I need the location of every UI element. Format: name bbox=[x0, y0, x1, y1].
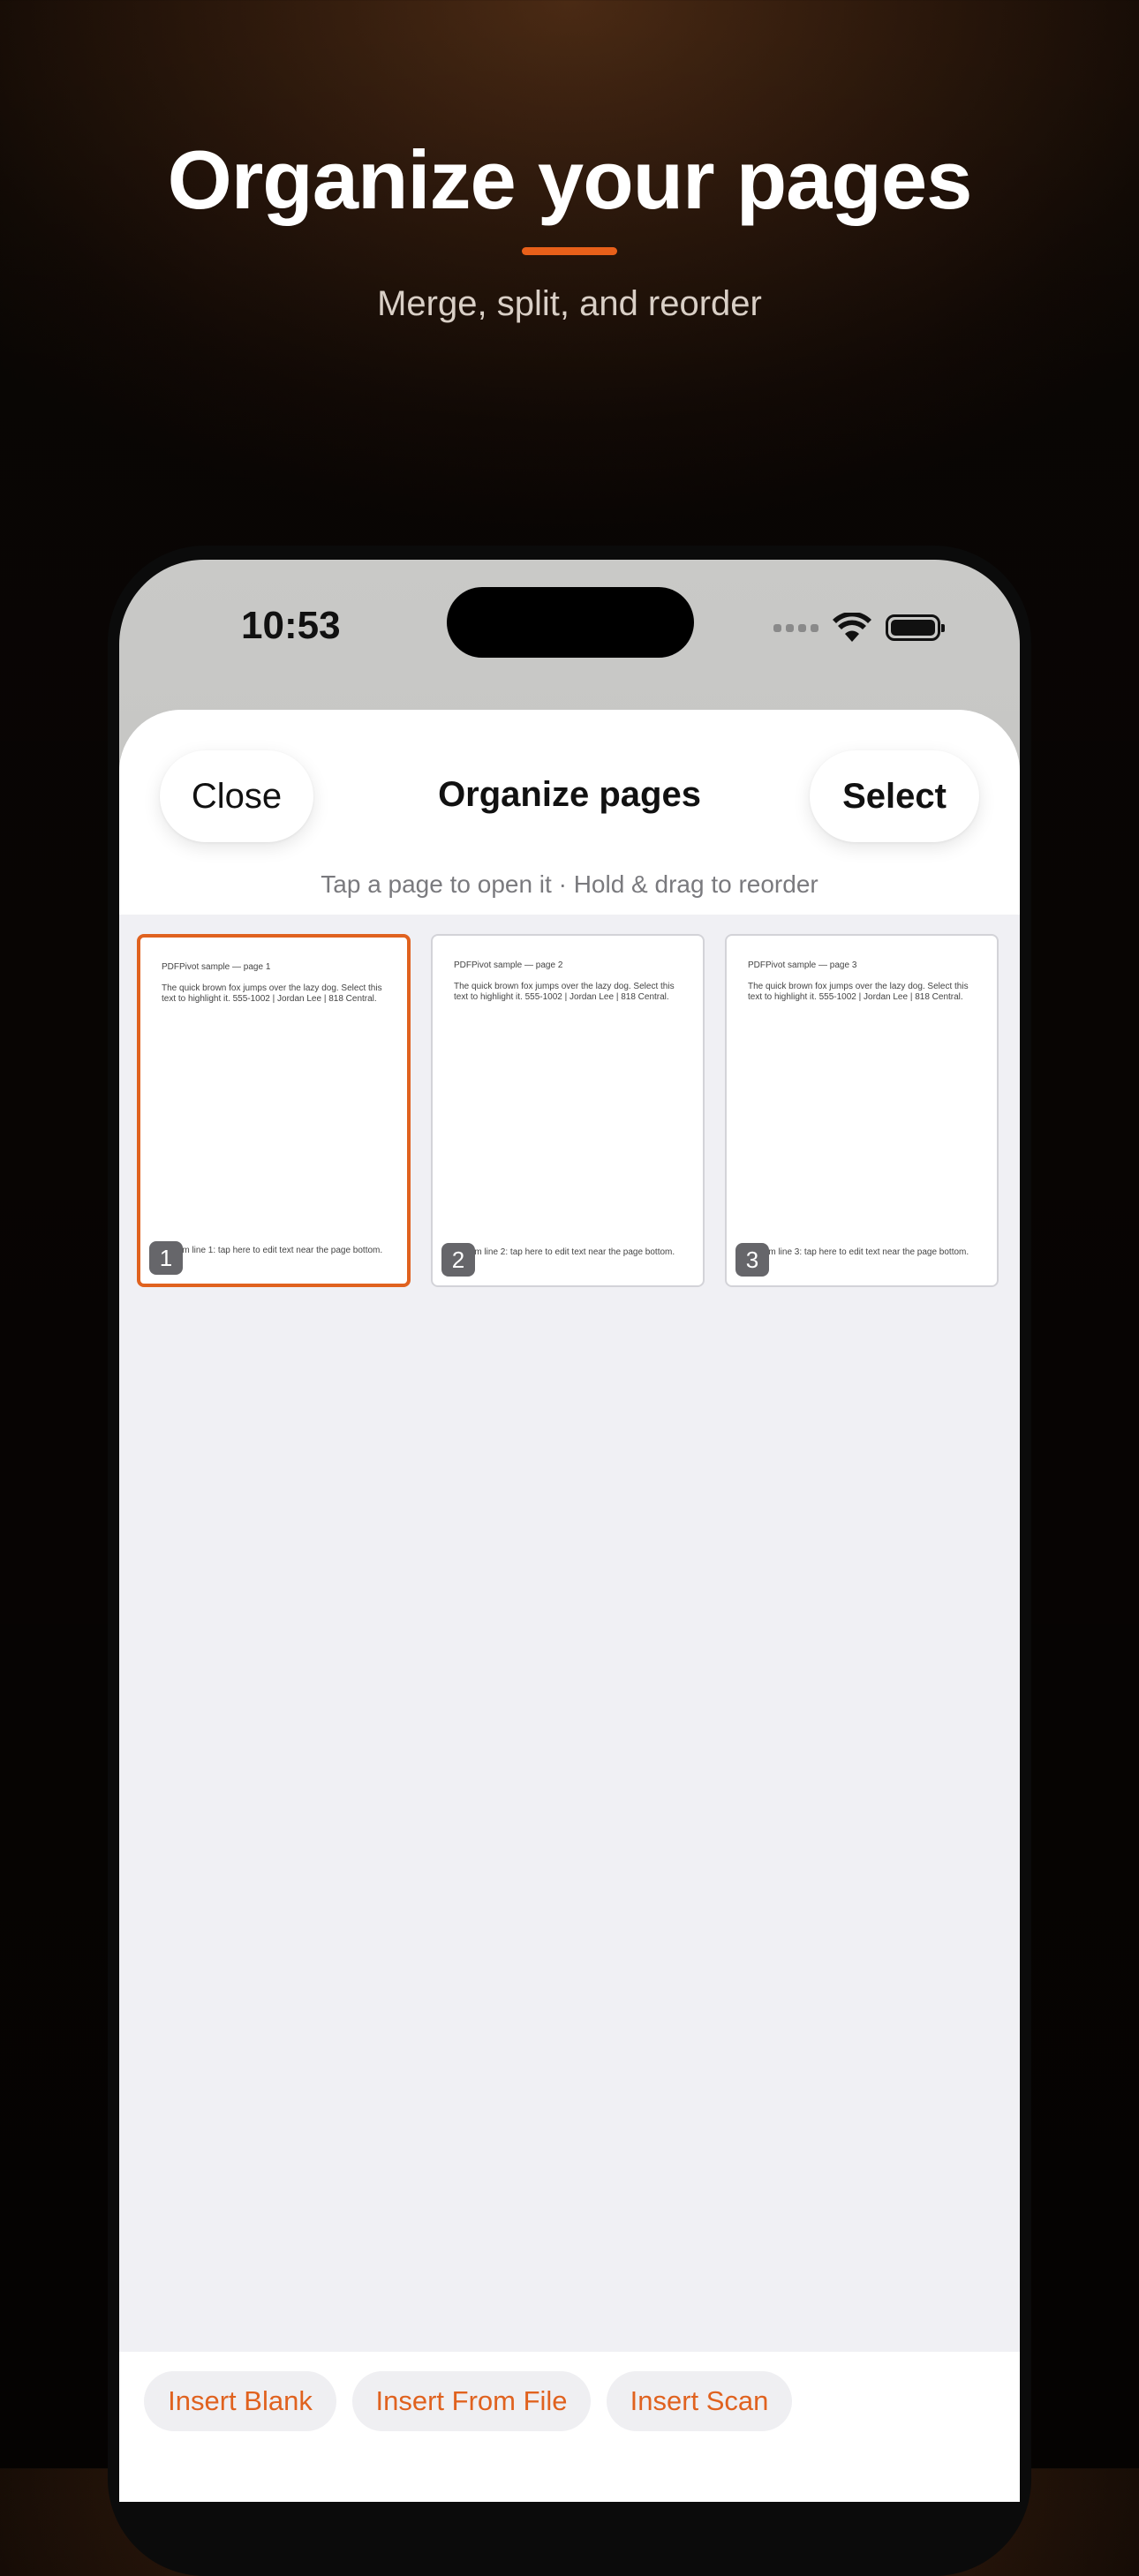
hero-accent-underline bbox=[522, 247, 617, 255]
page-heading: PDFPivot sample — page 2 bbox=[454, 960, 563, 970]
signal-icon bbox=[773, 623, 818, 632]
insert-from-file-button[interactable]: Insert From File bbox=[352, 2371, 591, 2431]
page-body-text: The quick brown fox jumps over the lazy … bbox=[748, 982, 969, 1002]
insert-blank-button[interactable]: Insert Blank bbox=[144, 2371, 336, 2431]
page-footer-text: Bottom line 1: tap here to edit text nea… bbox=[162, 1246, 383, 1255]
insert-scan-button[interactable]: Insert Scan bbox=[607, 2371, 792, 2431]
sheet-header: Close Organize pages Select Tap a page t… bbox=[119, 710, 1020, 915]
phone-screen: 10:53 Close Organize pages Select Tap a … bbox=[119, 560, 1020, 2502]
page-thumbnail-1[interactable]: PDFPivot sample — page 1 The quick brown… bbox=[137, 934, 411, 1287]
page-thumbnail-3[interactable]: PDFPivot sample — page 3 The quick brown… bbox=[725, 934, 999, 1287]
page-body-text: The quick brown fox jumps over the lazy … bbox=[162, 983, 382, 1004]
page-footer-text: Bottom line 2: tap here to edit text nea… bbox=[454, 1247, 675, 1257]
status-icons bbox=[773, 613, 945, 643]
page-number-badge: 3 bbox=[735, 1243, 769, 1277]
page-number-badge: 2 bbox=[441, 1243, 475, 1277]
page-number-badge: 1 bbox=[149, 1241, 183, 1275]
select-button[interactable]: Select bbox=[810, 750, 979, 842]
instruction-hint: Tap a page to open it · Hold & drag to r… bbox=[321, 870, 818, 898]
page-thumbnail-2[interactable]: PDFPivot sample — page 2 The quick brown… bbox=[431, 934, 705, 1287]
page-footer-text: Bottom line 3: tap here to edit text nea… bbox=[748, 1247, 969, 1257]
page-body-text: The quick brown fox jumps over the lazy … bbox=[454, 982, 675, 1002]
insert-toolbar: Insert Blank Insert From File Insert Sca… bbox=[119, 2352, 1020, 2502]
hero-title: Organize your pages bbox=[167, 133, 973, 226]
wifi-icon bbox=[833, 613, 871, 642]
page-heading: PDFPivot sample — page 1 bbox=[162, 962, 271, 972]
hero-subtitle: Merge, split, and reorder bbox=[377, 284, 762, 323]
battery-icon bbox=[886, 614, 945, 641]
page-heading: PDFPivot sample — page 3 bbox=[748, 960, 857, 970]
dynamic-island bbox=[447, 587, 694, 658]
organize-pages-sheet: Close Organize pages Select Tap a page t… bbox=[119, 710, 1020, 2502]
status-time: 10:53 bbox=[241, 604, 341, 647]
